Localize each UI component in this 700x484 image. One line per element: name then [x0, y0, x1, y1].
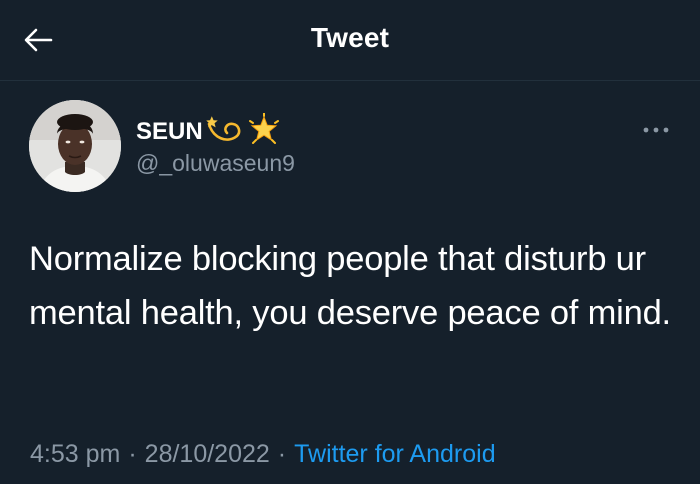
- glowing-star-emoji-icon: [247, 111, 281, 152]
- meta-separator: ·: [277, 440, 287, 468]
- tweet-source-link[interactable]: Twitter for Android: [294, 440, 495, 469]
- avatar[interactable]: [29, 100, 121, 192]
- author-name-row[interactable]: SEUN: [136, 111, 281, 152]
- meta-separator: ·: [128, 440, 137, 468]
- tweet-text: Normalize blocking people that disturb u…: [29, 240, 671, 332]
- page-title: Tweet: [310, 22, 390, 53]
- ellipsis-icon: [643, 127, 669, 133]
- dizzy-star-emoji-icon: [205, 114, 243, 151]
- tweet-meta: 4:53 pm · 28/10/2022 · Twitter for Andro…: [30, 440, 496, 469]
- more-options-button[interactable]: [636, 118, 676, 142]
- tweet-date[interactable]: 28/10/2022: [145, 440, 270, 469]
- author-display-name[interactable]: SEUN: [136, 118, 203, 146]
- arrow-left-icon: [24, 28, 53, 52]
- top-bar: Tweet: [0, 0, 700, 81]
- author-handle[interactable]: @_oluwaseun9: [136, 150, 295, 177]
- avatar-photo: [29, 100, 121, 192]
- back-button[interactable]: [18, 22, 58, 58]
- tweet-time[interactable]: 4:53 pm: [30, 440, 120, 469]
